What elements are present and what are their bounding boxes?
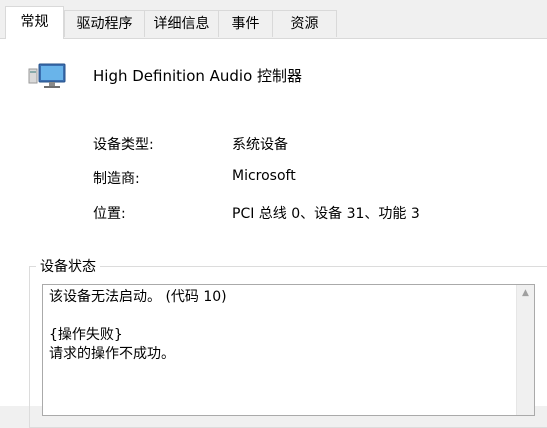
status-line: 该设备无法启动。 (代码 10) xyxy=(49,289,227,305)
scroll-up-arrow-icon[interactable]: ▲ xyxy=(517,285,534,302)
status-line: {操作失败} xyxy=(49,327,123,343)
device-type-label: 设备类型: xyxy=(93,137,154,153)
status-line xyxy=(49,307,227,326)
status-line: 请求的操作不成功。 xyxy=(49,346,175,362)
location-label: 位置: xyxy=(93,206,126,222)
device-status-group-title: 设备状态 xyxy=(36,256,100,276)
device-title: High Definition Audio 控制器 xyxy=(93,67,303,85)
device-status-text: 该设备无法启动。 (代码 10) {操作失败} 请求的操作不成功。 xyxy=(49,288,227,364)
tab-events[interactable]: 事件 xyxy=(218,10,273,37)
manufacturer-label: 制造商: xyxy=(93,171,140,187)
tab-general[interactable]: 常规 xyxy=(5,6,64,39)
device-status-textbox[interactable]: 该设备无法启动。 (代码 10) {操作失败} 请求的操作不成功。 ▲ xyxy=(42,284,535,416)
vertical-scrollbar[interactable]: ▲ xyxy=(516,285,534,415)
manufacturer-value: Microsoft xyxy=(232,168,296,184)
tab-resources[interactable]: 资源 xyxy=(272,10,337,37)
tab-bar: 常规 驱动程序 详细信息 事件 资源 xyxy=(0,0,547,39)
device-type-value: 系统设备 xyxy=(232,137,288,153)
location-value: PCI 总线 0、设备 31、功能 3 xyxy=(232,206,420,222)
tab-driver[interactable]: 驱动程序 xyxy=(64,10,145,37)
general-tab-panel: High Definition Audio 控制器 设备类型: 系统设备 制造商… xyxy=(0,38,547,428)
device-manager-audio-controller-icon xyxy=(28,63,66,88)
tab-details[interactable]: 详细信息 xyxy=(144,10,219,37)
